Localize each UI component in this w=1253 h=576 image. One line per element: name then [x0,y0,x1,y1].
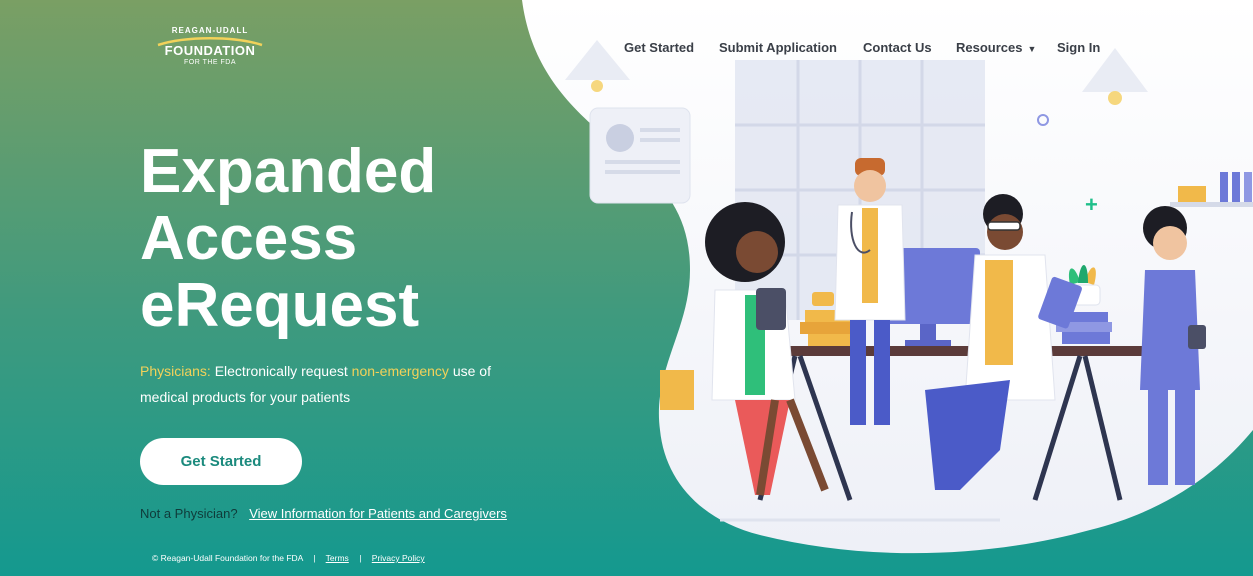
physicians-label: Physicians: [140,363,211,379]
caret-down-icon: ▼ [1027,44,1037,54]
nav-get-started[interactable]: Get Started [624,40,694,55]
page-title: Expanded Access eRequest [140,138,540,339]
title-line-3: eRequest [140,271,420,340]
title-line-1: Expanded [140,137,437,206]
logo-top-text: REAGAN-UDALL [171,26,249,35]
copyright-text: © Reagan-Udall Foundation for the FDA [152,553,303,563]
get-started-button[interactable]: Get Started [140,438,302,485]
logo-main-text: FOUNDATION [164,43,256,58]
nav-contact-us[interactable]: Contact Us [863,40,932,55]
title-line-2: Access [140,204,358,273]
nav-sign-in[interactable]: Sign In [1057,40,1100,55]
privacy-policy-link[interactable]: Privacy Policy [372,553,425,563]
patients-caregivers-link[interactable]: View Information for Patients and Caregi… [249,506,507,521]
nav-resources-label: Resources [956,40,1023,55]
footer-separator: | [359,553,362,563]
nav-resources[interactable]: Resources ▼ [956,40,1036,55]
non-emergency-label: non-emergency [351,363,449,379]
not-physician-row: Not a Physician? View Information for Pa… [140,506,507,521]
footer: © Reagan-Udall Foundation for the FDA | … [152,553,425,563]
not-physician-label: Not a Physician? [140,506,238,521]
logo-sub-text: FOR THE FDA [183,59,237,66]
nav-submit-application[interactable]: Submit Application [719,40,837,55]
foundation-logo[interactable]: REAGAN-UDALL FOUNDATION FOR THE FDA [150,26,270,74]
terms-link[interactable]: Terms [326,553,349,563]
medical-chart-illustration [589,107,691,204]
hero-lead-text: Physicians: Electronically request non-e… [140,358,540,410]
footer-separator: | [313,553,316,563]
plus-icon: + [1085,192,1098,217]
lead-part-1: Electronically request [210,363,352,379]
